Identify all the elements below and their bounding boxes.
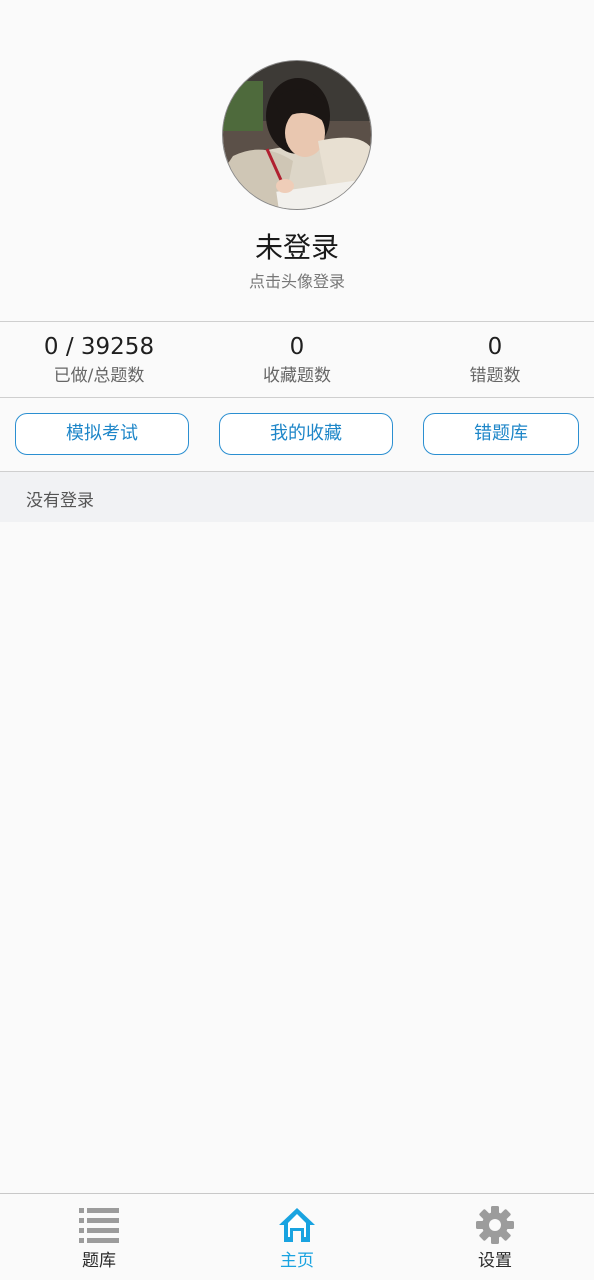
wrong-questions-button[interactable]: 错题库 bbox=[423, 413, 579, 455]
tab-home[interactable]: 主页 bbox=[237, 1194, 357, 1280]
home-icon bbox=[279, 1208, 315, 1242]
stat-value: 0 / 39258 bbox=[43, 334, 155, 360]
avatar[interactable] bbox=[222, 60, 372, 210]
stat-value: 0 bbox=[487, 334, 503, 360]
login-hint[interactable]: 点击头像登录 bbox=[0, 268, 594, 292]
tab-label: 设置 bbox=[478, 1251, 512, 1271]
stat-done-total: 0 / 39258 已做/总题数 bbox=[0, 322, 198, 397]
stat-value: 0 bbox=[289, 334, 305, 360]
profile-header: 未登录 点击头像登录 bbox=[0, 0, 594, 322]
bottom-tab-bar: 题库 主页 设置 bbox=[0, 1193, 594, 1280]
stat-label: 已做/总题数 bbox=[53, 366, 145, 386]
stat-wrong: 0 错题数 bbox=[396, 322, 594, 397]
gear-icon bbox=[476, 1206, 514, 1244]
stat-label: 收藏题数 bbox=[263, 366, 331, 386]
username: 未登录 bbox=[254, 231, 339, 264]
stat-label: 错题数 bbox=[469, 366, 521, 386]
stats-row: 0 / 39258 已做/总题数 0 收藏题数 0 错题数 bbox=[0, 322, 594, 397]
avatar-photo bbox=[223, 61, 371, 209]
list-icon bbox=[79, 1208, 119, 1243]
tab-label: 主页 bbox=[280, 1251, 314, 1271]
message-bar: 没有登录 bbox=[0, 472, 594, 522]
tab-label: 题库 bbox=[82, 1251, 116, 1271]
tab-question-bank[interactable]: 题库 bbox=[39, 1194, 159, 1280]
mock-exam-button[interactable]: 模拟考试 bbox=[15, 413, 189, 455]
message-text: 没有登录 bbox=[26, 491, 94, 511]
action-buttons: 模拟考试 我的收藏 错题库 bbox=[0, 398, 594, 471]
stat-favorites: 0 收藏题数 bbox=[198, 322, 396, 397]
home-page: 未登录 点击头像登录 0 / 39258 已做/总题数 0 收藏题数 0 错题数… bbox=[0, 0, 594, 1280]
my-favorites-button[interactable]: 我的收藏 bbox=[219, 413, 393, 455]
tab-settings[interactable]: 设置 bbox=[435, 1194, 555, 1280]
